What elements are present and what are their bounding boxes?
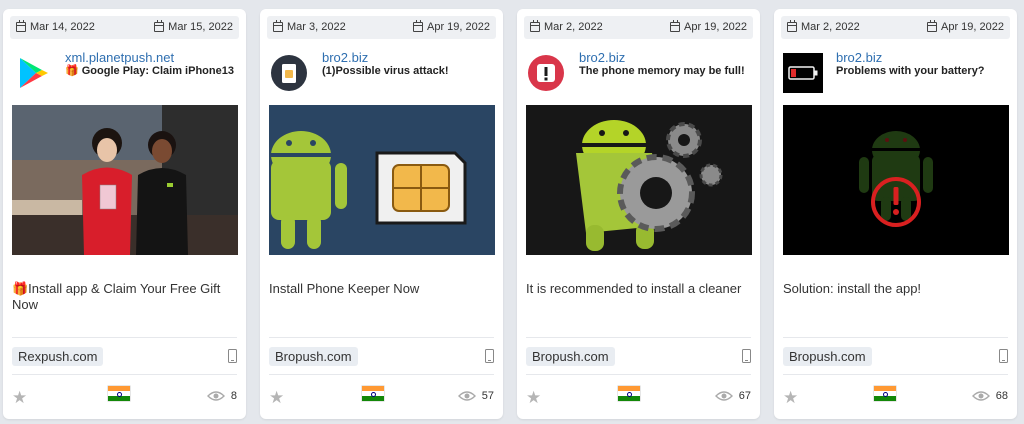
ad-domain[interactable]: bro2.biz [836,50,882,65]
ad-creative-image[interactable] [12,105,238,255]
first-seen-date: Mar 2, 2022 [530,20,603,33]
low-battery-icon [783,53,823,93]
view-count: 68 [971,390,1008,402]
network-badge[interactable]: Rexpush.com [12,347,104,366]
ad-body-text: Solution: install the app! [783,281,922,296]
divider [269,337,494,338]
mobile-device-icon [742,349,751,363]
mobile-device-icon [999,349,1008,363]
ad-body-text: Install Phone Keeper Now [269,281,420,296]
ad-headline: (1)Possible virus attack! [322,65,449,77]
eye-icon [971,391,990,401]
divider [526,374,751,375]
date-range: Mar 14, 2022 Mar 15, 2022 [10,16,239,39]
network-badge[interactable]: Bropush.com [526,347,615,366]
divider [783,374,1008,375]
favorite-star-icon[interactable]: ★ [269,389,284,406]
first-seen-date: Mar 14, 2022 [16,20,95,33]
ad-card[interactable]: Mar 2, 2022 Apr 19, 2022 bro2.biz The ph… [517,9,760,419]
india-flag-icon [362,386,384,401]
calendar-icon [927,20,937,32]
ad-creative-image[interactable] [269,105,495,255]
view-count: 67 [714,390,751,402]
eye-icon [714,391,733,401]
network-badge[interactable]: Bropush.com [269,347,358,366]
first-seen-date: Mar 3, 2022 [273,20,346,33]
ad-domain[interactable]: bro2.biz [322,50,368,65]
last-seen-date: Apr 19, 2022 [670,20,747,33]
calendar-icon [413,20,423,32]
calendar-icon [530,20,540,32]
view-count: 8 [206,390,237,402]
ad-body-text: 🎁Install app & Claim Your Free Gift Now [12,281,221,312]
last-seen-date: Apr 19, 2022 [927,20,1004,33]
ad-domain[interactable]: xml.planetpush.net [65,50,174,65]
favorite-star-icon[interactable]: ★ [12,389,27,406]
mobile-device-icon [228,349,237,363]
india-flag-icon [108,386,130,401]
ad-headline: 🎁 Google Play: Claim iPhone13 [65,65,234,77]
network-badge[interactable]: Bropush.com [783,347,872,366]
sim-card-icon [271,55,307,91]
last-seen-date: Mar 15, 2022 [154,20,233,33]
warning-icon [528,55,564,91]
mobile-device-icon [485,349,494,363]
ad-card[interactable]: Mar 3, 2022 Apr 19, 2022 bro2.biz (1)Pos… [260,9,503,419]
ad-creative-image[interactable] [526,105,752,255]
first-seen-date: Mar 2, 2022 [787,20,860,33]
eye-icon [457,391,476,401]
last-seen-date: Apr 19, 2022 [413,20,490,33]
calendar-icon [273,20,283,32]
google-play-icon [20,58,48,88]
ad-domain[interactable]: bro2.biz [579,50,625,65]
india-flag-icon [874,386,896,401]
date-range: Mar 2, 2022 Apr 19, 2022 [781,16,1010,39]
favorite-star-icon[interactable]: ★ [783,389,798,406]
calendar-icon [787,20,797,32]
calendar-icon [670,20,680,32]
ad-body-text: It is recommended to install a cleaner [526,281,742,296]
divider [526,337,751,338]
divider [12,337,237,338]
india-flag-icon [618,386,640,401]
favorite-star-icon[interactable]: ★ [526,389,541,406]
date-range: Mar 2, 2022 Apr 19, 2022 [524,16,753,39]
calendar-icon [154,20,165,32]
ad-headline: Problems with your battery? [836,65,985,77]
date-range: Mar 3, 2022 Apr 19, 2022 [267,16,496,39]
ad-creative-image[interactable] [783,105,1009,255]
divider [269,374,494,375]
ad-headline: The phone memory may be full! [579,65,745,77]
divider [783,337,1008,338]
view-count: 57 [457,390,494,402]
ad-card[interactable]: Mar 14, 2022 Mar 15, 2022 xml.planetpush… [3,9,246,419]
calendar-icon [16,20,26,32]
divider [12,374,237,375]
ad-card[interactable]: Mar 2, 2022 Apr 19, 2022 bro2.biz Proble… [774,9,1017,419]
eye-icon [206,391,225,401]
